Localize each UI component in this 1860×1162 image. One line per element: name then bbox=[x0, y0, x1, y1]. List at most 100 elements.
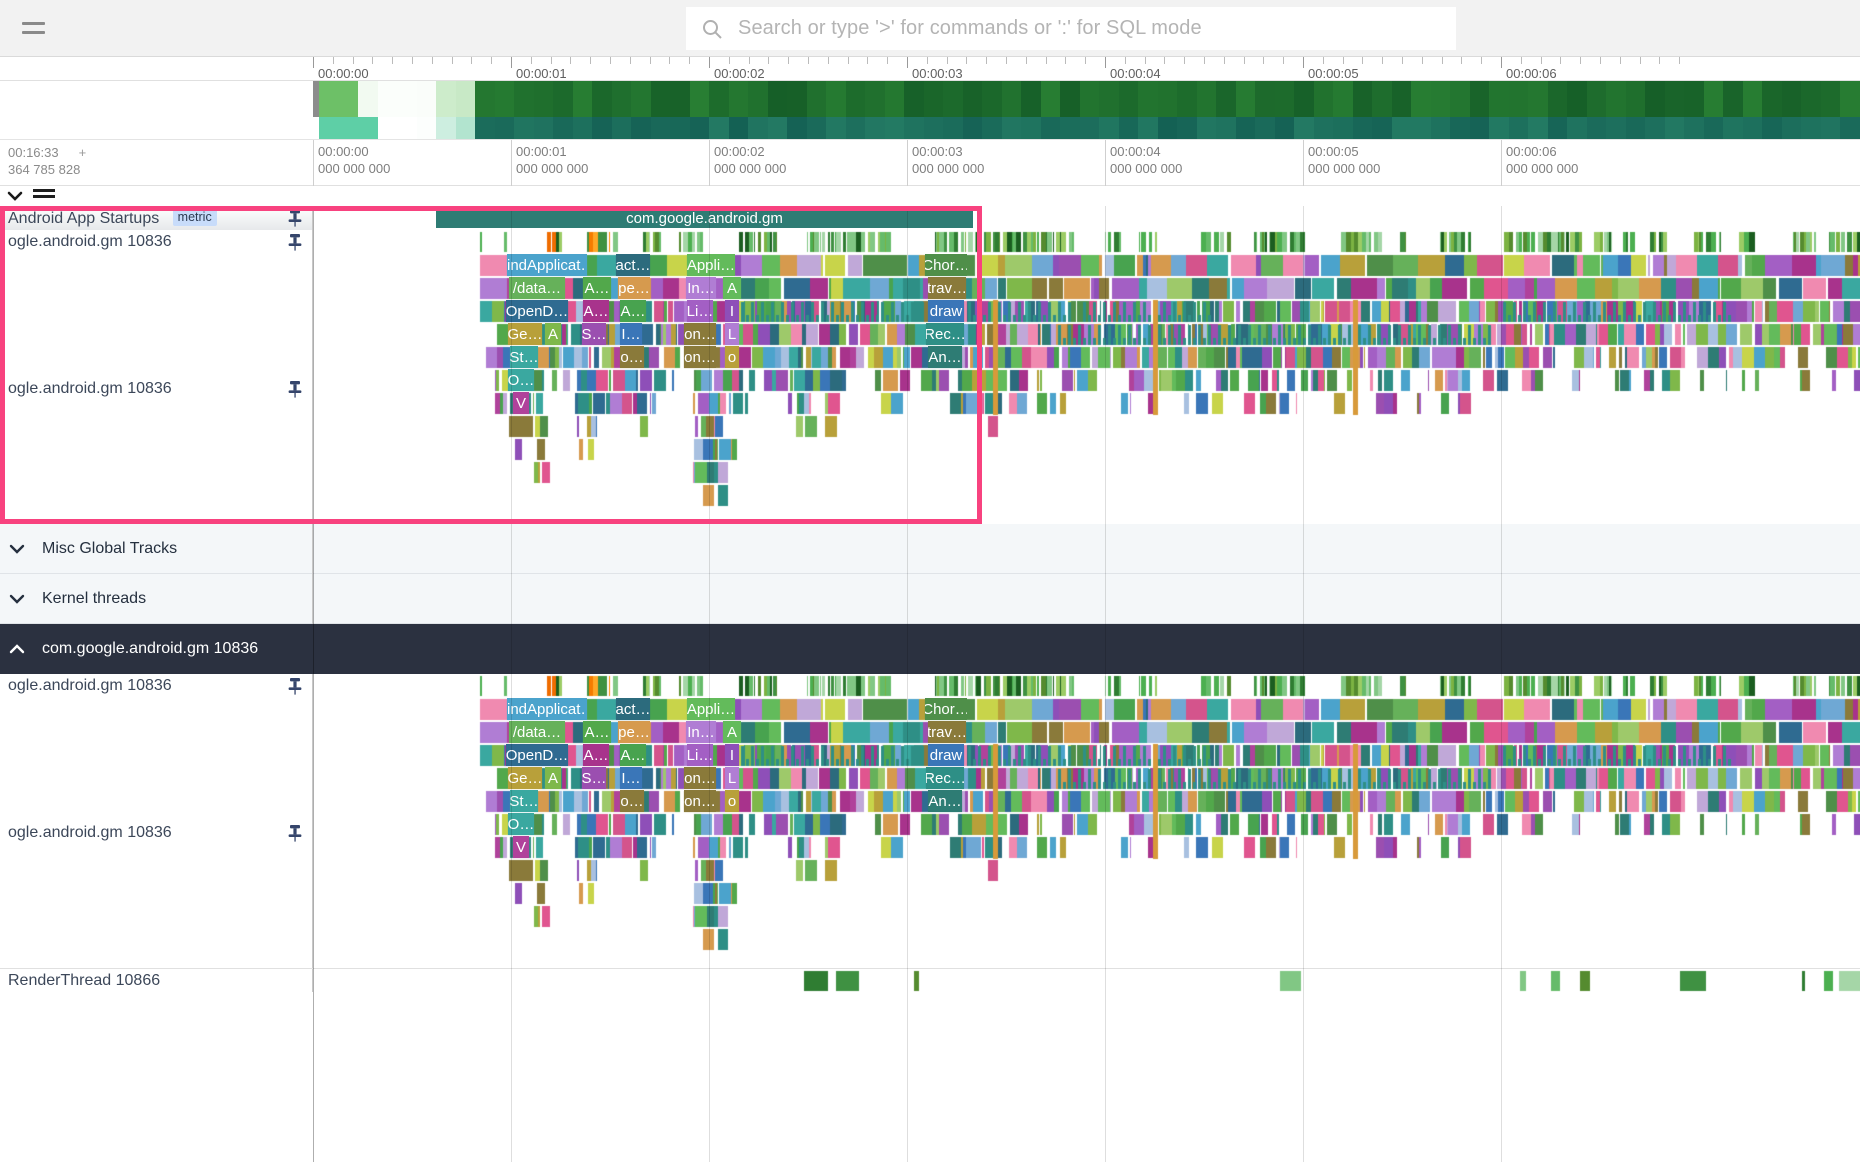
track-row[interactable]: ogle.android.gm 10836 bindApplicat…act…A… bbox=[0, 698, 1860, 968]
flame-slice[interactable]: /data… bbox=[509, 721, 565, 743]
flame-slice[interactable]: OpenD… bbox=[506, 300, 568, 322]
flame-slice[interactable]: O… bbox=[508, 813, 534, 835]
flame-slice[interactable]: trav… bbox=[928, 721, 966, 743]
hamburger-menu-icon[interactable] bbox=[0, 0, 66, 57]
overview-brush-handle[interactable] bbox=[313, 81, 319, 117]
flame-slice[interactable]: o… bbox=[620, 346, 644, 368]
group-shell[interactable]: com.google.android.gm 10836 bbox=[0, 624, 313, 674]
track-shell[interactable]: ogle.android.gm 10836 bbox=[0, 254, 313, 524]
flame-slice[interactable]: I bbox=[725, 744, 739, 766]
flame-slice[interactable]: S… bbox=[582, 767, 606, 789]
omnibox[interactable]: Search or type '>' for commands or ':' f… bbox=[686, 7, 1456, 50]
track-shell[interactable]: ogle.android.gm 10836 bbox=[0, 698, 313, 968]
flame-slice[interactable]: A… bbox=[583, 721, 611, 743]
track-reorder-strip[interactable] bbox=[0, 186, 1860, 206]
flame-slice[interactable]: St… bbox=[510, 790, 538, 812]
group-summary-area[interactable] bbox=[313, 524, 1860, 574]
flame-slice[interactable]: A bbox=[723, 277, 741, 299]
flame-slice[interactable]: A… bbox=[583, 300, 609, 322]
flame-slice[interactable]: An… bbox=[928, 790, 962, 812]
track-row[interactable]: RenderThread 10866 bbox=[0, 968, 1860, 992]
track-row[interactable]: ogle.android.gm 10836 bbox=[0, 230, 1860, 254]
pin-icon[interactable] bbox=[288, 677, 302, 695]
flame-slice[interactable]: In… bbox=[686, 721, 716, 743]
track-group-kernel-threads[interactable]: Kernel threads bbox=[0, 574, 1860, 624]
flame-slice[interactable]: act… bbox=[616, 254, 650, 276]
flame-slice[interactable]: A bbox=[545, 323, 561, 345]
flame-slice[interactable]: O… bbox=[508, 369, 534, 391]
flame-slice[interactable]: S… bbox=[582, 323, 606, 345]
async-slice[interactable]: com.google.android.gm bbox=[436, 208, 973, 228]
flame-slice[interactable]: draw bbox=[928, 744, 964, 766]
chevron-down-icon[interactable] bbox=[0, 540, 34, 558]
flame-slice[interactable]: A… bbox=[583, 277, 611, 299]
flame-slice[interactable]: OpenD… bbox=[506, 744, 568, 766]
flame-slice[interactable]: o… bbox=[620, 790, 644, 812]
group-shell[interactable]: Misc Global Tracks bbox=[0, 524, 313, 574]
slice-strip-canvas[interactable] bbox=[313, 230, 1860, 254]
flame-slice[interactable]: Li… bbox=[687, 300, 713, 322]
flame-slice[interactable]: L bbox=[725, 767, 739, 789]
flame-slice[interactable]: I bbox=[725, 300, 739, 322]
flame-slice[interactable]: V bbox=[513, 836, 529, 858]
flame-slice[interactable]: A bbox=[723, 721, 741, 743]
flame-slice[interactable]: Appli… bbox=[687, 698, 735, 720]
flame-slice[interactable]: bindApplicat… bbox=[507, 698, 587, 720]
flame-slice[interactable]: Chor… bbox=[925, 698, 967, 720]
flame-slice[interactable]: trav… bbox=[928, 277, 966, 299]
flame-slice[interactable]: on… bbox=[684, 790, 716, 812]
overview-minimap[interactable] bbox=[0, 81, 1860, 140]
flame-slice[interactable]: In… bbox=[686, 277, 716, 299]
flame-slice[interactable]: bindApplicat… bbox=[507, 254, 587, 276]
flame-slice[interactable]: pe… bbox=[618, 277, 650, 299]
track-shell[interactable]: Android App Startups metric bbox=[0, 206, 313, 230]
drag-handle-icon[interactable] bbox=[33, 189, 55, 201]
chevron-down-icon[interactable] bbox=[0, 590, 34, 608]
track-group-misc-global-tracks[interactable]: Misc Global Tracks bbox=[0, 524, 1860, 574]
flame-slice[interactable]: on… bbox=[684, 346, 716, 368]
flame-slice[interactable]: /data… bbox=[509, 277, 565, 299]
flame-slice[interactable]: o bbox=[725, 790, 739, 812]
flame-slice[interactable]: draw bbox=[928, 300, 964, 322]
flame-slice[interactable]: I… bbox=[620, 323, 642, 345]
flame-slice[interactable]: V bbox=[513, 392, 529, 414]
track-shell[interactable]: ogle.android.gm 10836 bbox=[0, 674, 313, 698]
track-content[interactable] bbox=[313, 674, 1860, 698]
flame-slice[interactable]: A… bbox=[620, 300, 646, 322]
flame-slice[interactable]: Li… bbox=[687, 744, 713, 766]
flame-slice[interactable]: St… bbox=[510, 346, 538, 368]
flame-slice[interactable]: pe… bbox=[618, 721, 650, 743]
group-summary-area[interactable] bbox=[313, 624, 1860, 674]
flame-slice[interactable]: Rec… bbox=[926, 767, 964, 789]
track-content[interactable]: com.google.android.gm bbox=[313, 206, 1860, 230]
track-row[interactable]: Android App Startups metric com.google.a… bbox=[0, 206, 1860, 230]
group-shell[interactable]: Kernel threads bbox=[0, 574, 313, 624]
flame-slice[interactable]: Rec… bbox=[926, 323, 964, 345]
flame-slice[interactable]: L bbox=[725, 323, 739, 345]
flame-slice[interactable]: A… bbox=[583, 744, 609, 766]
flame-slice[interactable]: o bbox=[725, 346, 739, 368]
group-summary-area[interactable] bbox=[313, 574, 1860, 624]
pin-icon[interactable] bbox=[288, 209, 302, 227]
overview-ruler[interactable]: 00:00:0000:00:0100:00:0200:00:0300:00:04… bbox=[0, 57, 1860, 81]
slice-strip-canvas[interactable] bbox=[313, 674, 1860, 698]
flame-slice[interactable]: I… bbox=[620, 767, 642, 789]
flame-slice[interactable]: act… bbox=[616, 698, 650, 720]
flame-slice[interactable]: on… bbox=[684, 323, 716, 345]
flame-slice[interactable]: A… bbox=[620, 744, 646, 766]
track-row[interactable]: ogle.android.gm 10836 bbox=[0, 674, 1860, 698]
slice-strip-canvas[interactable] bbox=[313, 969, 1860, 992]
track-row[interactable]: ogle.android.gm 10836 bindApplicat…act…A… bbox=[0, 254, 1860, 524]
pin-icon[interactable] bbox=[288, 824, 302, 842]
track-content[interactable] bbox=[313, 969, 1860, 992]
flame-slice[interactable]: on… bbox=[684, 767, 716, 789]
flame-slice[interactable]: Chor… bbox=[925, 254, 967, 276]
overview-bars[interactable] bbox=[313, 81, 1860, 140]
track-group-com-google-android-gm[interactable]: com.google.android.gm 10836 bbox=[0, 624, 1860, 674]
track-shell[interactable]: ogle.android.gm 10836 bbox=[0, 230, 313, 254]
track-list[interactable]: Android App Startups metric com.google.a… bbox=[0, 206, 1860, 1162]
flame-slice[interactable]: An… bbox=[928, 346, 962, 368]
chevron-up-icon[interactable] bbox=[0, 640, 34, 658]
pin-icon[interactable] bbox=[288, 233, 302, 251]
flame-slice[interactable]: Ge… bbox=[508, 323, 542, 345]
